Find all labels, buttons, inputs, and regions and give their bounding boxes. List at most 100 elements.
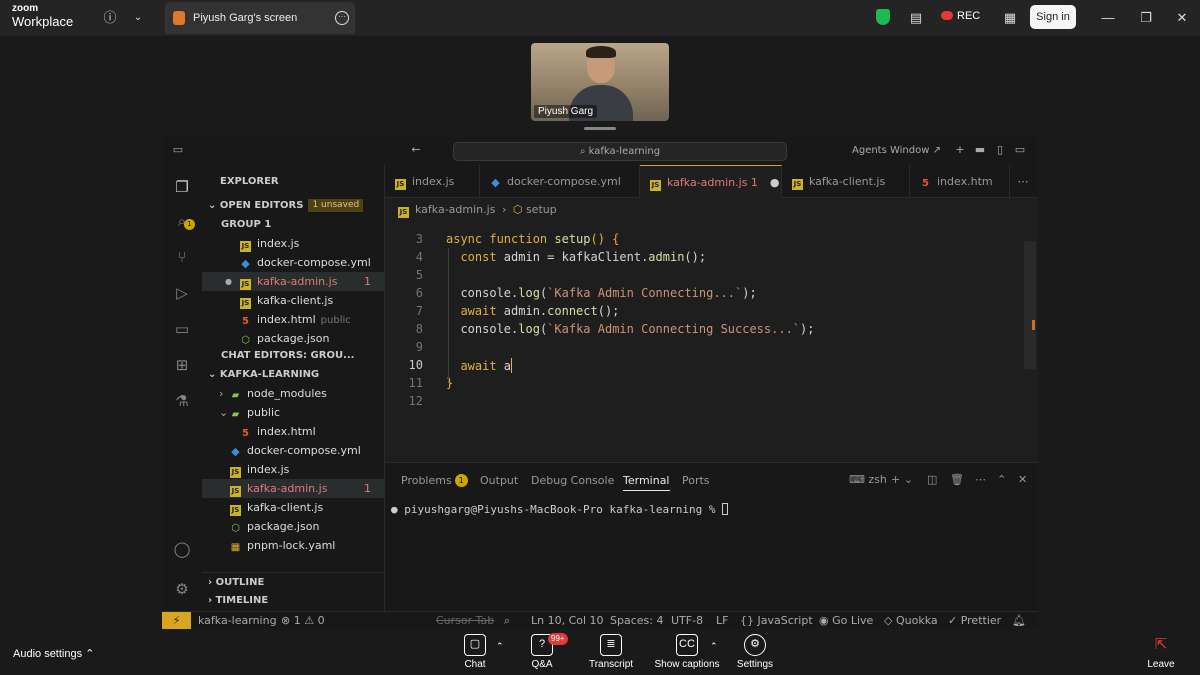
- close-panel-icon[interactable]: ✕: [1018, 473, 1027, 486]
- remote-explorer-icon[interactable]: ▭: [172, 319, 192, 339]
- status-language[interactable]: {} JavaScript: [740, 612, 813, 629]
- editor-scrollbar[interactable]: [1024, 241, 1036, 369]
- shield-icon[interactable]: [876, 9, 890, 25]
- tree-item[interactable]: ◆ docker-compose.yml: [202, 441, 385, 460]
- testing-icon[interactable]: ⚗: [172, 391, 192, 411]
- open-editor-item[interactable]: ◆ docker-compose.yml: [202, 253, 385, 272]
- remote-indicator[interactable]: ⚡: [162, 612, 191, 629]
- tree-item[interactable]: ▰ public ⌄: [202, 403, 385, 422]
- chevron-right-icon[interactable]: ›: [219, 384, 223, 403]
- apps-grid-icon[interactable]: ▦: [1000, 8, 1020, 28]
- leave-button[interactable]: ⇱ Leave: [1130, 634, 1192, 670]
- tree-item[interactable]: JS kafka-client.js: [202, 498, 385, 517]
- tab-ports[interactable]: Ports: [682, 471, 710, 491]
- tab-overflow-icon[interactable]: ⋯: [1017, 176, 1029, 188]
- tab-docker-compose[interactable]: ◆ docker-compose.yml: [480, 165, 640, 198]
- status-prettier[interactable]: ✓ Prettier: [948, 612, 1001, 629]
- status-cursor-tab[interactable]: Cursor Tab: [436, 612, 494, 629]
- tab-index-html[interactable]: 5 index.htm: [910, 165, 1010, 198]
- code-line[interactable]: console.log(`Kafka Admin Connecting...`)…: [446, 286, 756, 300]
- trash-icon[interactable]: 🗑: [950, 473, 964, 486]
- tree-item[interactable]: JS kafka-admin.js 1: [202, 479, 385, 498]
- notes-icon[interactable]: ▤: [906, 8, 926, 28]
- outline-header[interactable]: › OUTLINE: [202, 572, 385, 591]
- code-line[interactable]: console.log(`Kafka Admin Connecting Succ…: [446, 322, 814, 336]
- open-editors-header[interactable]: ⌄ OPEN EDITORS 1 unsaved: [202, 196, 385, 215]
- open-editor-item[interactable]: JS kafka-client.js: [202, 291, 385, 310]
- breadcrumb-symbol[interactable]: setup: [526, 203, 557, 216]
- tree-item[interactable]: ▰ node_modules ›: [202, 384, 385, 403]
- restore-icon[interactable]: ❐: [1136, 8, 1156, 28]
- qa-button[interactable]: ? Q&A: [502, 634, 582, 670]
- status-quokka[interactable]: ◇ Quokka: [884, 612, 938, 629]
- status-position[interactable]: Ln 10, Col 10: [531, 612, 604, 629]
- more-options-icon[interactable]: ···: [335, 11, 349, 25]
- code-line[interactable]: await admin.connect();: [446, 304, 619, 318]
- tree-item[interactable]: JS index.js: [202, 460, 385, 479]
- terminal-shell[interactable]: ⌨ zsh: [849, 473, 887, 486]
- bell-icon[interactable]: 🔔︎: [1012, 612, 1026, 629]
- settings-button[interactable]: ⚙ Settings: [715, 634, 795, 670]
- plus-icon[interactable]: +: [954, 144, 966, 156]
- more-icon[interactable]: ⋯: [975, 473, 986, 486]
- breadcrumb-file[interactable]: kafka-admin.js: [415, 203, 495, 216]
- gear-icon[interactable]: [1014, 144, 1026, 156]
- code-line[interactable]: async function setup() {: [446, 232, 619, 246]
- tree-item[interactable]: 5 index.html: [202, 422, 385, 441]
- group-header[interactable]: GROUP 1: [202, 215, 385, 234]
- chevron-down-icon[interactable]: ⌄: [219, 403, 228, 422]
- code-line[interactable]: await a: [446, 358, 513, 373]
- minimize-icon[interactable]: —: [1098, 8, 1118, 28]
- terminal-output[interactable]: ● piyushgarg@Piyushs-MacBook-Pro kafka-l…: [391, 503, 729, 516]
- status-spaces[interactable]: Spaces: 4: [610, 612, 663, 629]
- unsaved-dot-icon[interactable]: ●: [770, 176, 780, 189]
- zoom-icon[interactable]: ⌕: [504, 612, 510, 629]
- code-editor[interactable]: 3 async function setup() {4 const admin =…: [385, 222, 1038, 462]
- tab-output[interactable]: Output: [480, 471, 518, 491]
- status-eol[interactable]: LF: [716, 612, 728, 629]
- timeline-header[interactable]: › TIMELINE: [202, 591, 385, 610]
- open-editor-item[interactable]: 5 index.html public: [202, 310, 385, 329]
- search-icon[interactable]: ⌕: [172, 211, 192, 231]
- layout-sidebar-icon[interactable]: ▯: [994, 144, 1006, 156]
- tree-item[interactable]: ▦ pnpm-lock.yaml: [202, 536, 385, 555]
- extensions-icon[interactable]: ⊞: [172, 355, 192, 375]
- tab-kafka-client[interactable]: JS kafka-client.js: [782, 165, 910, 198]
- video-drag-handle[interactable]: [584, 127, 616, 130]
- new-terminal-icon[interactable]: + ⌄: [891, 473, 913, 486]
- agents-window-button[interactable]: Agents Window ↗: [852, 145, 941, 156]
- transcript-button[interactable]: ≣ Transcript: [571, 634, 651, 670]
- split-terminal-icon[interactable]: ◫: [927, 473, 937, 486]
- sign-in-button[interactable]: Sign in: [1030, 5, 1076, 29]
- source-control-icon[interactable]: ⑂: [172, 247, 192, 267]
- tab-kafka-admin[interactable]: JS kafka-admin.js 1 ●: [640, 165, 782, 198]
- info-icon[interactable]: ⓘ: [100, 8, 120, 28]
- audio-settings-button[interactable]: Audio settings ⌃: [13, 647, 94, 660]
- sidebar-toggle-icon[interactable]: ▭: [172, 144, 184, 156]
- code-line[interactable]: const admin = kafkaClient.admin();: [446, 250, 706, 264]
- participant-video[interactable]: Piyush Garg: [531, 43, 669, 121]
- manage-gear-icon[interactable]: ⚙: [172, 579, 192, 599]
- back-arrow-icon[interactable]: ←: [410, 144, 422, 156]
- tab-terminal[interactable]: Terminal: [623, 471, 670, 491]
- tab-debug-console[interactable]: Debug Console: [531, 471, 614, 491]
- screen-share-tab[interactable]: Piyush Garg's screen ···: [165, 2, 355, 34]
- chat-editors-header[interactable]: CHAT EDITORS: GROU...: [202, 346, 385, 365]
- tree-item[interactable]: ⬡ package.json: [202, 517, 385, 536]
- files-icon[interactable]: ❐: [172, 177, 192, 197]
- open-editor-item[interactable]: JS kafka-admin.js 1 ●: [202, 272, 385, 291]
- maximize-panel-icon[interactable]: ⌃: [997, 473, 1006, 486]
- open-editor-item[interactable]: ⬡ package.json: [202, 329, 385, 348]
- tab-index-js[interactable]: JS index.js: [385, 165, 480, 198]
- status-golive[interactable]: ◉ Go Live: [819, 612, 873, 629]
- run-debug-icon[interactable]: ▷: [172, 283, 192, 303]
- status-problems[interactable]: ⊗ 1 ⚠ 0: [281, 612, 325, 629]
- open-editor-item[interactable]: JS index.js: [202, 234, 385, 253]
- close-icon[interactable]: ✕: [1172, 8, 1192, 28]
- status-workspace[interactable]: kafka-learning: [198, 612, 277, 629]
- command-center[interactable]: ⌕ kafka-learning: [453, 142, 787, 161]
- account-icon[interactable]: ◯: [172, 539, 192, 559]
- recording-indicator[interactable]: REC: [941, 10, 980, 22]
- tab-problems[interactable]: Problems 1: [401, 471, 468, 491]
- chevron-down-icon[interactable]: ⌄: [128, 8, 148, 28]
